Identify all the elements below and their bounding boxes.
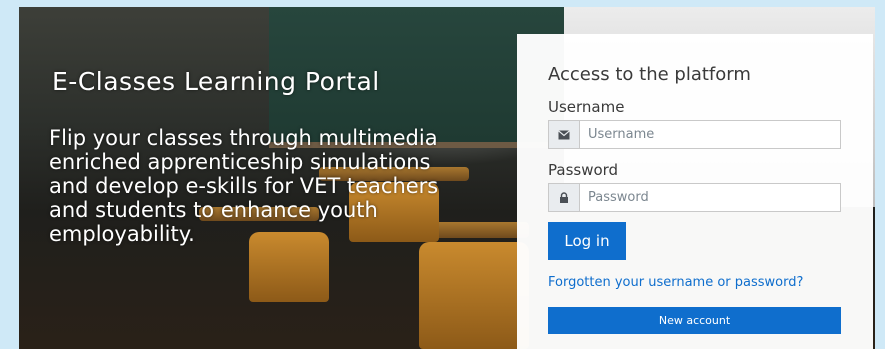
username-input[interactable] xyxy=(580,121,840,148)
password-label: Password xyxy=(548,161,619,179)
password-input[interactable] xyxy=(580,184,840,211)
hero-title: E-Classes Learning Portal xyxy=(52,67,380,96)
lock-icon-svg xyxy=(560,192,568,203)
username-input-group xyxy=(548,120,841,149)
envelope-icon-svg xyxy=(558,129,570,139)
chair-image xyxy=(419,242,529,349)
login-page: E-Classes Learning Portal Flip your clas… xyxy=(0,0,885,349)
username-label: Username xyxy=(548,98,625,116)
hero-description: Flip your classes through multimedia enr… xyxy=(49,126,439,246)
login-button[interactable]: Log in xyxy=(548,222,626,260)
forgot-password-link[interactable]: Forgotten your username or password? xyxy=(548,275,803,290)
new-account-button[interactable]: New account xyxy=(548,307,841,334)
lock-icon xyxy=(549,184,580,211)
envelope-icon xyxy=(549,121,580,148)
password-input-group xyxy=(548,183,841,212)
login-heading: Access to the platform xyxy=(548,64,751,85)
login-panel: Access to the platform Username Password… xyxy=(517,34,873,349)
